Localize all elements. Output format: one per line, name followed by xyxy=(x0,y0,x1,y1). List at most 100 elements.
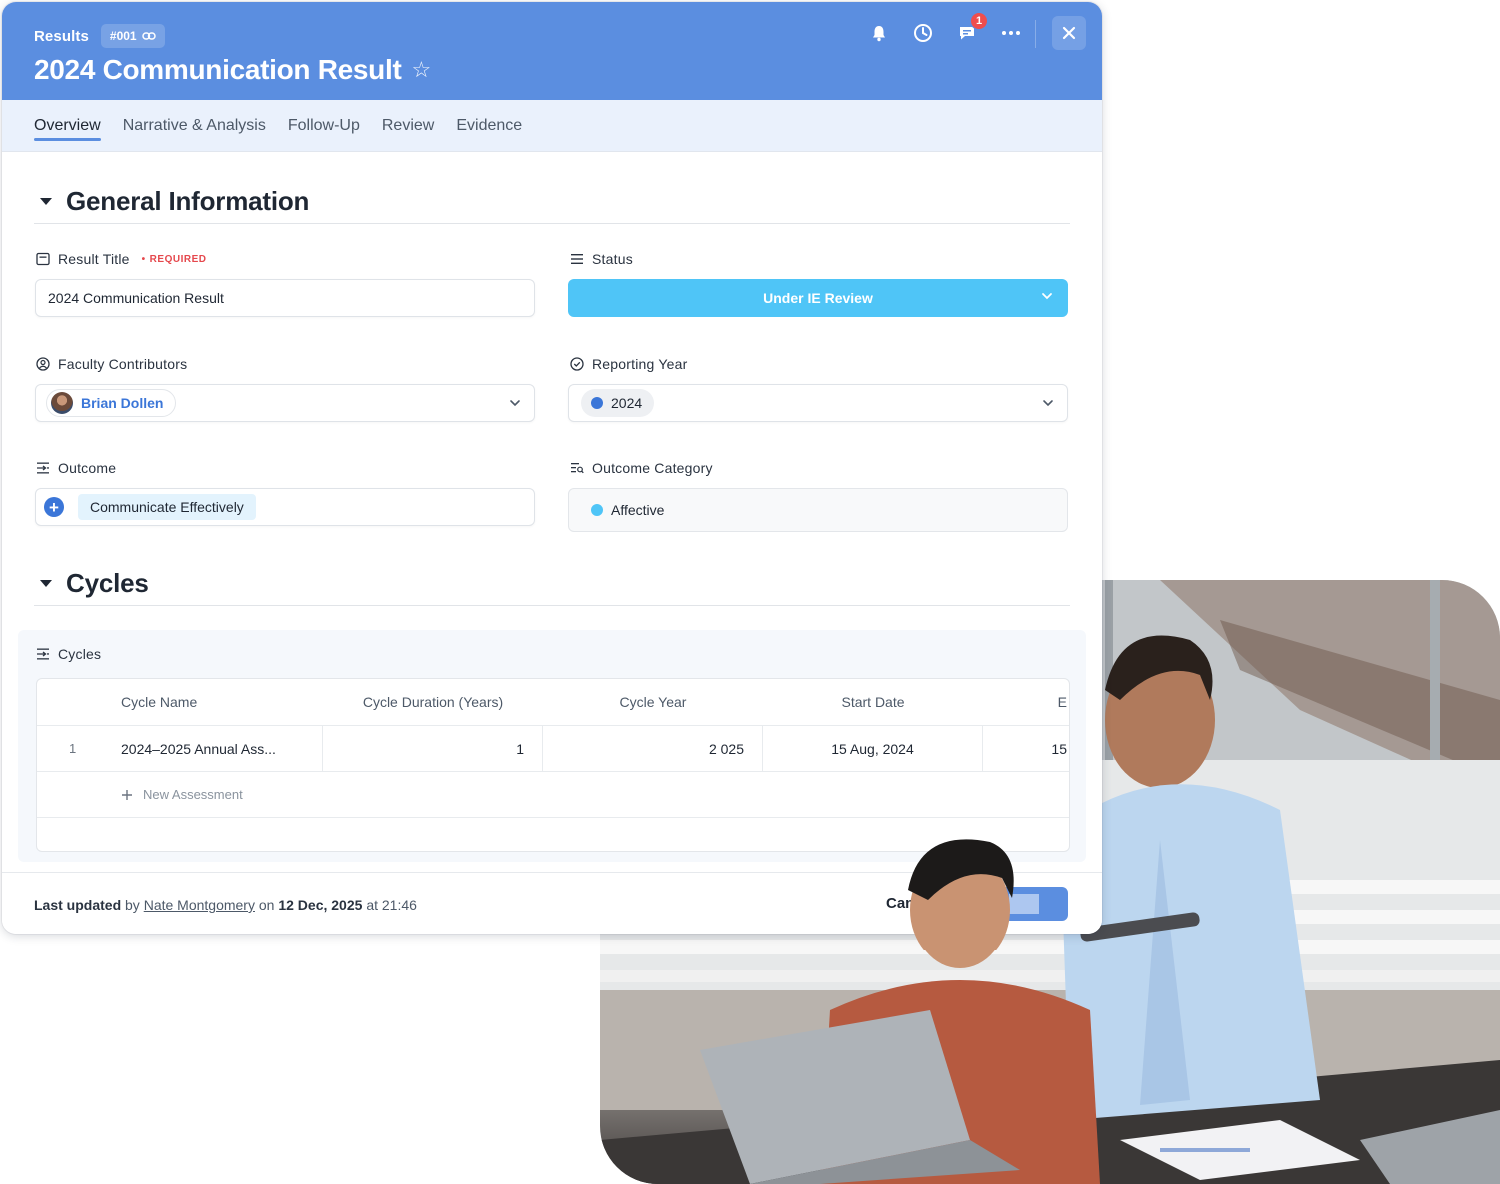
faculty-contributors-select[interactable]: Brian Dollen xyxy=(35,384,535,422)
link-icon xyxy=(141,32,156,40)
on-text: on xyxy=(258,897,275,913)
header-actions: 1 xyxy=(868,12,1022,44)
tab-bar: Overview Narrative & Analysis Follow-Up … xyxy=(2,100,1102,152)
general-information-header[interactable]: General Information xyxy=(34,180,1070,224)
tab-narrative-analysis[interactable]: Narrative & Analysis xyxy=(123,100,266,152)
column-header-cycle-name[interactable]: Cycle Name xyxy=(103,679,323,725)
column-header-duration[interactable]: Cycle Duration (Years) xyxy=(323,679,543,725)
record-id-badge[interactable]: #001 xyxy=(100,24,165,48)
result-title-label-text: Result Title xyxy=(58,251,130,267)
updated-date: 12 Dec, 2025 xyxy=(278,897,363,913)
reporting-year-label-text: Reporting Year xyxy=(592,356,688,372)
avatar xyxy=(51,392,73,414)
star-icon[interactable]: ☆ xyxy=(411,57,431,83)
chevron-down-icon xyxy=(1043,400,1053,407)
clock-icon[interactable] xyxy=(912,22,934,44)
by-text: by xyxy=(125,897,140,913)
outcome-label: Outcome xyxy=(36,460,116,476)
reporting-year-label: Reporting Year xyxy=(570,356,687,372)
tab-evidence[interactable]: Evidence xyxy=(456,100,522,152)
last-updated-text: Last updated by Nate Montgomery on 12 De… xyxy=(34,897,417,913)
cell-end-date[interactable]: 15 xyxy=(983,726,1069,771)
record-id: #001 xyxy=(109,29,137,43)
outcome-label-text: Outcome xyxy=(58,460,117,476)
cycles-label: Cycles xyxy=(36,646,101,662)
required-badge: REQUIRED xyxy=(142,254,207,265)
cell-start-date[interactable]: 15 Aug, 2024 xyxy=(763,726,983,771)
table-row[interactable]: 1 2024–2025 Annual Ass... 1 2 025 15 Aug… xyxy=(37,726,1069,772)
notification-count-badge: 1 xyxy=(970,12,988,30)
close-icon xyxy=(1062,26,1076,40)
category-dot-icon xyxy=(591,504,603,516)
new-assessment-button[interactable]: New Assessment xyxy=(103,772,403,817)
cycles-section-header[interactable]: Cycles xyxy=(34,562,1070,606)
lookup-icon xyxy=(571,463,584,474)
updated-by-user-link[interactable]: Nate Montgomery xyxy=(144,897,255,913)
more-options-icon[interactable] xyxy=(1000,22,1022,44)
new-assessment-label: New Assessment xyxy=(143,787,243,802)
header-divider xyxy=(1035,20,1036,48)
outcome-field[interactable]: + Communicate Effectively xyxy=(35,488,535,526)
title-row: 2024 Communication Result ☆ xyxy=(34,54,431,86)
window-header: Results #001 2024 Communication Result ☆ xyxy=(2,2,1102,100)
cell-cycle-year[interactable]: 2 025 xyxy=(543,726,763,771)
faculty-contributors-label-text: Faculty Contributors xyxy=(58,356,188,372)
breadcrumb: Results #001 xyxy=(34,24,165,48)
year-chip[interactable]: 2024 xyxy=(581,389,655,417)
cell-duration[interactable]: 1 xyxy=(323,726,543,771)
breadcrumb-results-link[interactable]: Results xyxy=(34,28,89,45)
outcome-chip[interactable]: Communicate Effectively xyxy=(78,494,256,520)
status-label: Status xyxy=(570,251,633,267)
add-outcome-icon[interactable]: + xyxy=(44,497,64,517)
result-title-input[interactable]: 2024 Communication Result xyxy=(35,279,535,317)
user-circle-icon xyxy=(36,357,50,371)
table-header-row: Cycle Name Cycle Duration (Years) Cycle … xyxy=(37,679,1069,726)
bell-icon[interactable] xyxy=(868,22,890,44)
result-window: Results #001 2024 Communication Result ☆ xyxy=(2,2,1102,934)
person-name: Brian Dollen xyxy=(81,395,164,411)
collapse-caret-icon[interactable] xyxy=(40,198,52,205)
faculty-contributors-label: Faculty Contributors xyxy=(36,356,187,372)
person-overlay xyxy=(908,839,1014,950)
tab-review[interactable]: Review xyxy=(382,100,434,152)
year-dot-icon xyxy=(591,397,603,409)
list-icon xyxy=(571,254,583,264)
at-text: at xyxy=(366,897,378,913)
last-updated-prefix: Last updated xyxy=(34,897,122,913)
outcome-category-label: Outcome Category xyxy=(570,460,713,476)
outcome-category-label-text: Outcome Category xyxy=(592,460,713,476)
cycles-label-text: Cycles xyxy=(58,646,102,662)
cell-cycle-name[interactable]: 2024–2025 Annual Ass... xyxy=(103,726,323,771)
row-index: 1 xyxy=(69,741,77,756)
reporting-year-select[interactable]: 2024 xyxy=(568,384,1068,422)
tab-overview[interactable]: Overview xyxy=(34,100,101,152)
text-field-icon xyxy=(36,252,50,266)
page-title: 2024 Communication Result xyxy=(34,54,402,85)
updated-time: 21:46 xyxy=(381,897,417,913)
collapse-caret-icon[interactable] xyxy=(40,580,52,587)
column-header-start-date[interactable]: Start Date xyxy=(763,679,983,725)
link-arrow-icon xyxy=(37,648,49,660)
column-header-cycle-year[interactable]: Cycle Year xyxy=(543,679,763,725)
section-title-cycles: Cycles xyxy=(66,568,149,598)
outcome-category-value: Affective xyxy=(611,502,665,518)
outcome-value: Communicate Effectively xyxy=(90,499,244,515)
section-title-general: General Information xyxy=(66,186,310,216)
check-circle-icon xyxy=(570,357,584,371)
status-select[interactable]: Under IE Review xyxy=(568,279,1068,317)
year-value: 2024 xyxy=(611,395,643,411)
link-arrow-icon xyxy=(37,462,49,474)
new-assessment-row[interactable]: New Assessment xyxy=(37,772,1069,818)
close-button[interactable] xyxy=(1052,16,1086,50)
status-label-text: Status xyxy=(592,251,633,267)
outcome-category-field: Affective xyxy=(568,488,1068,532)
tab-follow-up[interactable]: Follow-Up xyxy=(288,100,360,152)
comments-icon[interactable]: 1 xyxy=(956,12,988,44)
status-value: Under IE Review xyxy=(763,290,873,306)
column-header-end-date[interactable]: E xyxy=(983,679,1069,725)
chevron-down-icon xyxy=(1042,293,1052,300)
person-chip[interactable]: Brian Dollen xyxy=(46,389,177,417)
result-title-value: 2024 Communication Result xyxy=(48,290,224,306)
result-title-label: Result Title REQUIRED xyxy=(36,251,206,267)
plus-icon xyxy=(122,789,132,800)
